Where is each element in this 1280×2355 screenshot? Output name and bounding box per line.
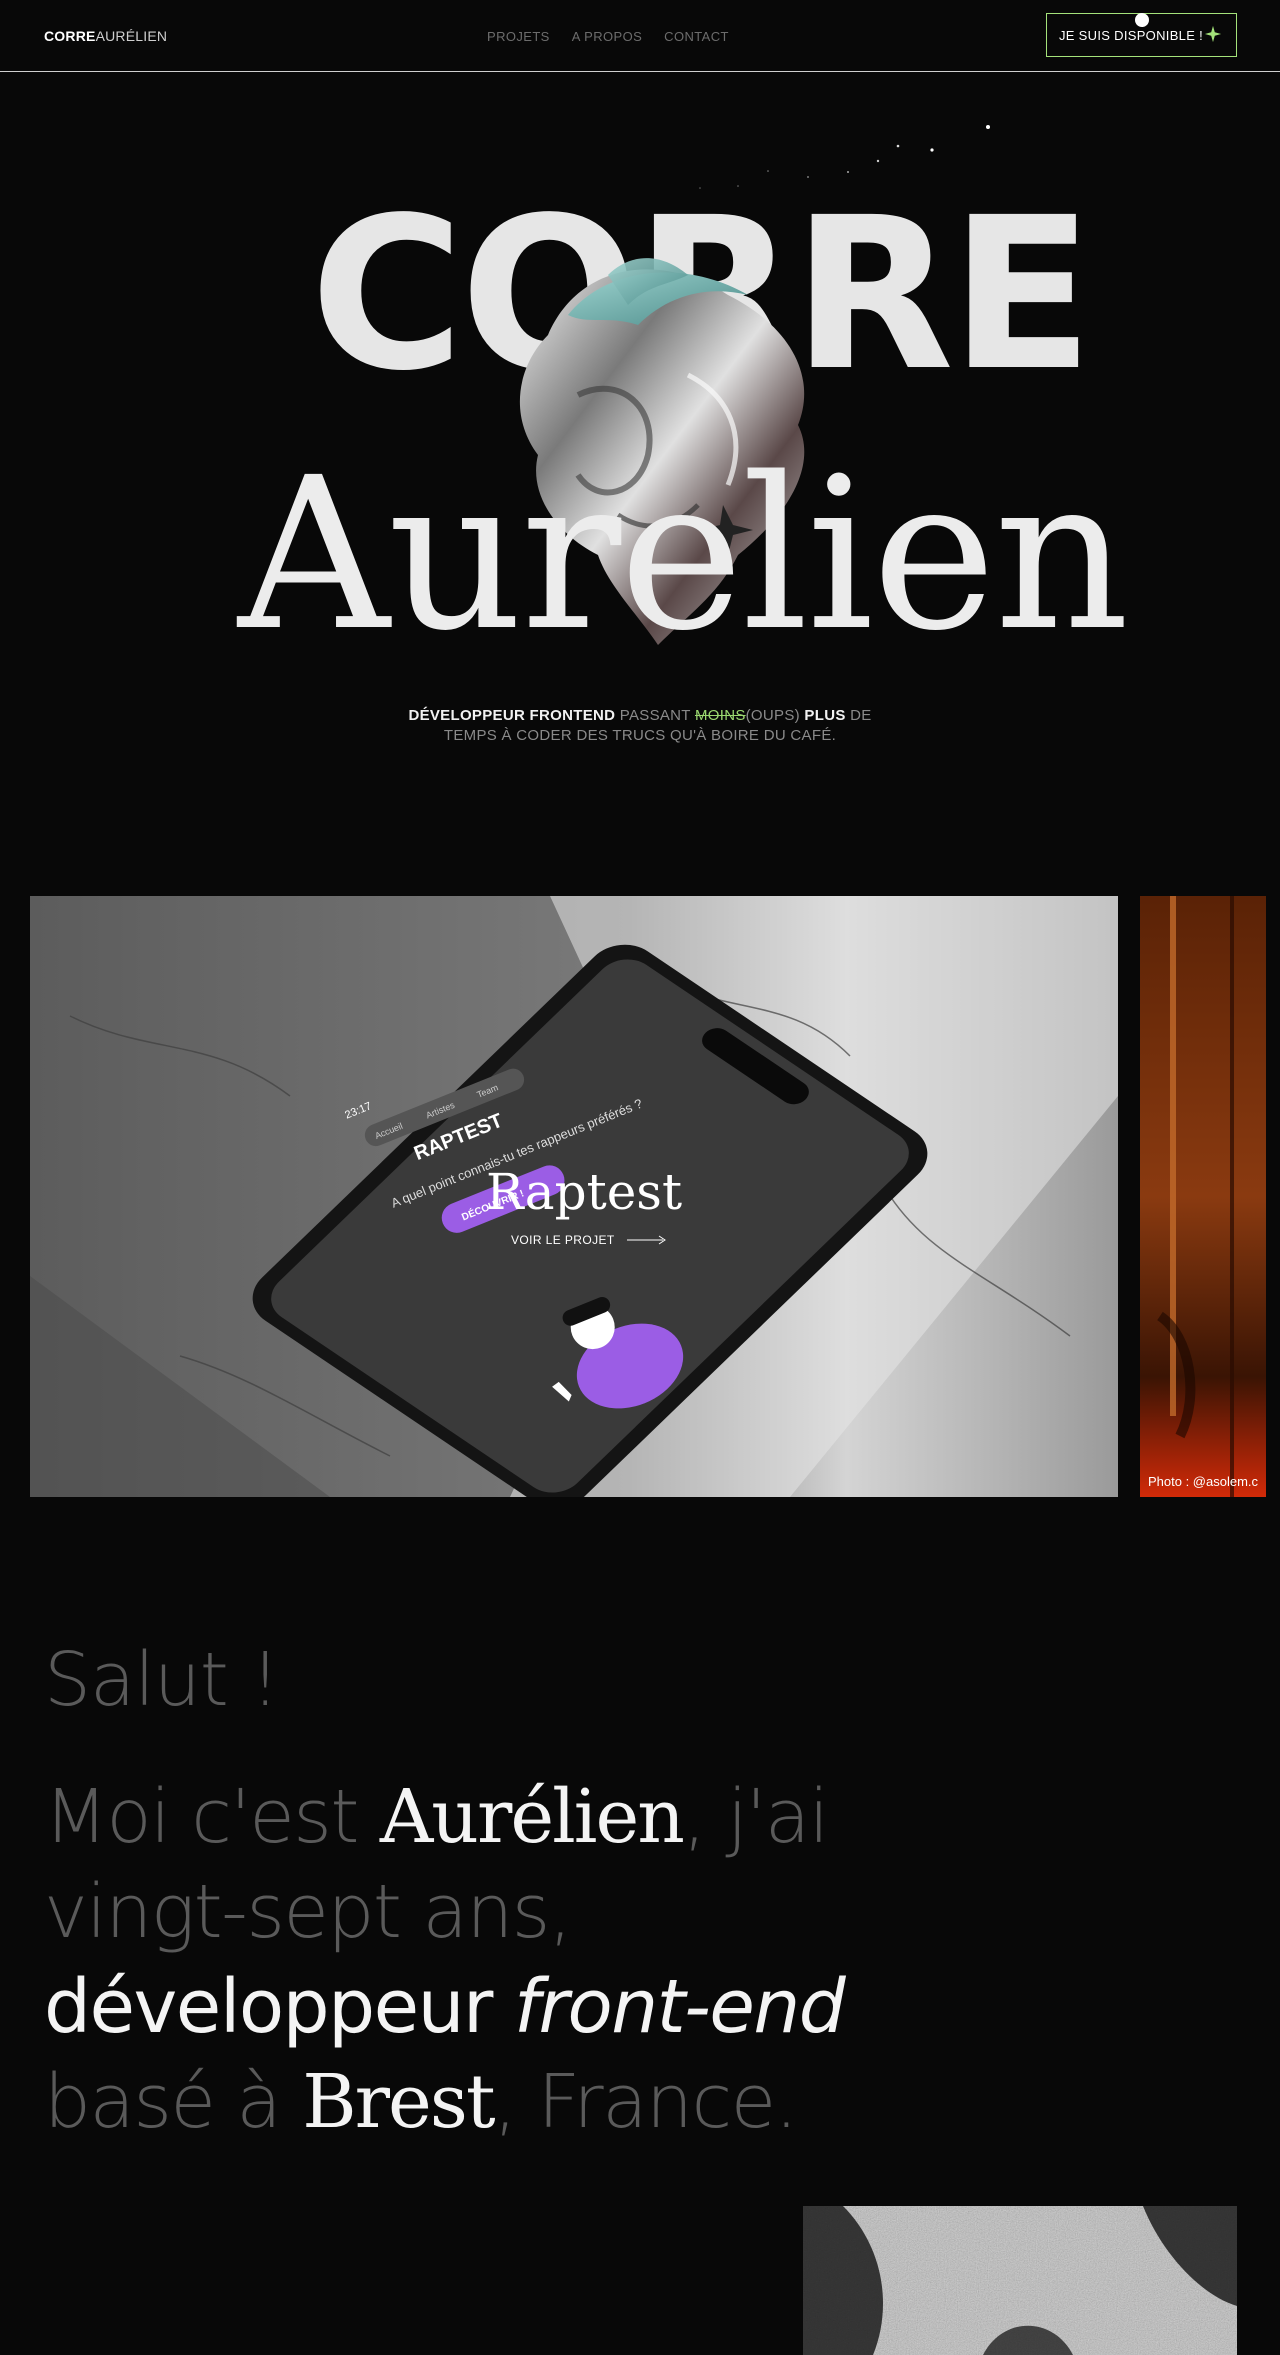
view-project-label: VOIR LE PROJET [511, 1233, 615, 1247]
brand-logo[interactable]: CORREAURÉLIEN [44, 28, 167, 44]
tagline-text-2: (OUPS) [745, 707, 805, 724]
nav-link-projets[interactable]: PROJETS [487, 29, 550, 44]
portrait-noise-image [803, 2206, 1237, 2355]
project-card-raptest[interactable]: 23:17 Accueil Artistes Team RAPTEST A qu… [30, 896, 1118, 1497]
nav-link-a-propos[interactable]: A PROPOS [572, 29, 642, 44]
bio-line4-b: , France. [493, 2059, 799, 2145]
tagline-text-1: PASSANT [615, 707, 695, 724]
brand-firstname: AURÉLIEN [95, 28, 168, 44]
bio-role-italic: front-end [513, 1964, 846, 2050]
bio-role: développeur [44, 1964, 514, 2050]
tagline-strikethrough: MOINS [694, 707, 746, 724]
nav-link-contact[interactable]: CONTACT [664, 29, 729, 44]
cursor-dot [1135, 13, 1149, 27]
tagline-emphasis: PLUS [804, 707, 846, 724]
top-navigation: CORREAURÉLIEN PROJETS A PROPOS CONTACT J… [0, 0, 1280, 72]
hero-title-firstname: Aurelien [238, 432, 1129, 677]
bio-line1-b: , j'ai [682, 1774, 829, 1860]
bio-line1-a: Moi c'est [44, 1774, 380, 1860]
view-project-link[interactable]: VOIR LE PROJET [511, 1233, 667, 1247]
photo-credit: Photo : @asolem.c [1148, 1474, 1259, 1489]
hero-tagline: DÉVELOPPEUR FRONTEND PASSANT MOINS(OUPS)… [380, 706, 900, 746]
bio-line4-a: basé à [44, 2059, 303, 2145]
project-card-next[interactable] [1140, 896, 1266, 1497]
project-title: Raptest [486, 1163, 683, 1221]
main-menu: PROJETS A PROPOS CONTACT [487, 29, 729, 44]
greeting-heading: Salut ! [44, 1637, 280, 1723]
project-photo-warm [1140, 896, 1266, 1497]
bio-name: Aurélien [379, 1774, 685, 1860]
bio-paragraph: Moi c'est Aurélien, j'ai vingt-sept ans,… [44, 1770, 904, 2150]
available-button-label: JE SUIS DISPONIBLE ! [1059, 27, 1203, 43]
sparkle-icon [1204, 25, 1222, 43]
grainy-portrait [803, 2206, 1237, 2355]
brand-surname: CORRE [44, 28, 96, 44]
arrow-right-icon [626, 1235, 666, 1245]
bio-city: Brest [302, 2059, 495, 2145]
tagline-role: DÉVELOPPEUR FRONTEND [408, 707, 616, 724]
bio-line2: vingt-sept ans, [44, 1869, 572, 1955]
